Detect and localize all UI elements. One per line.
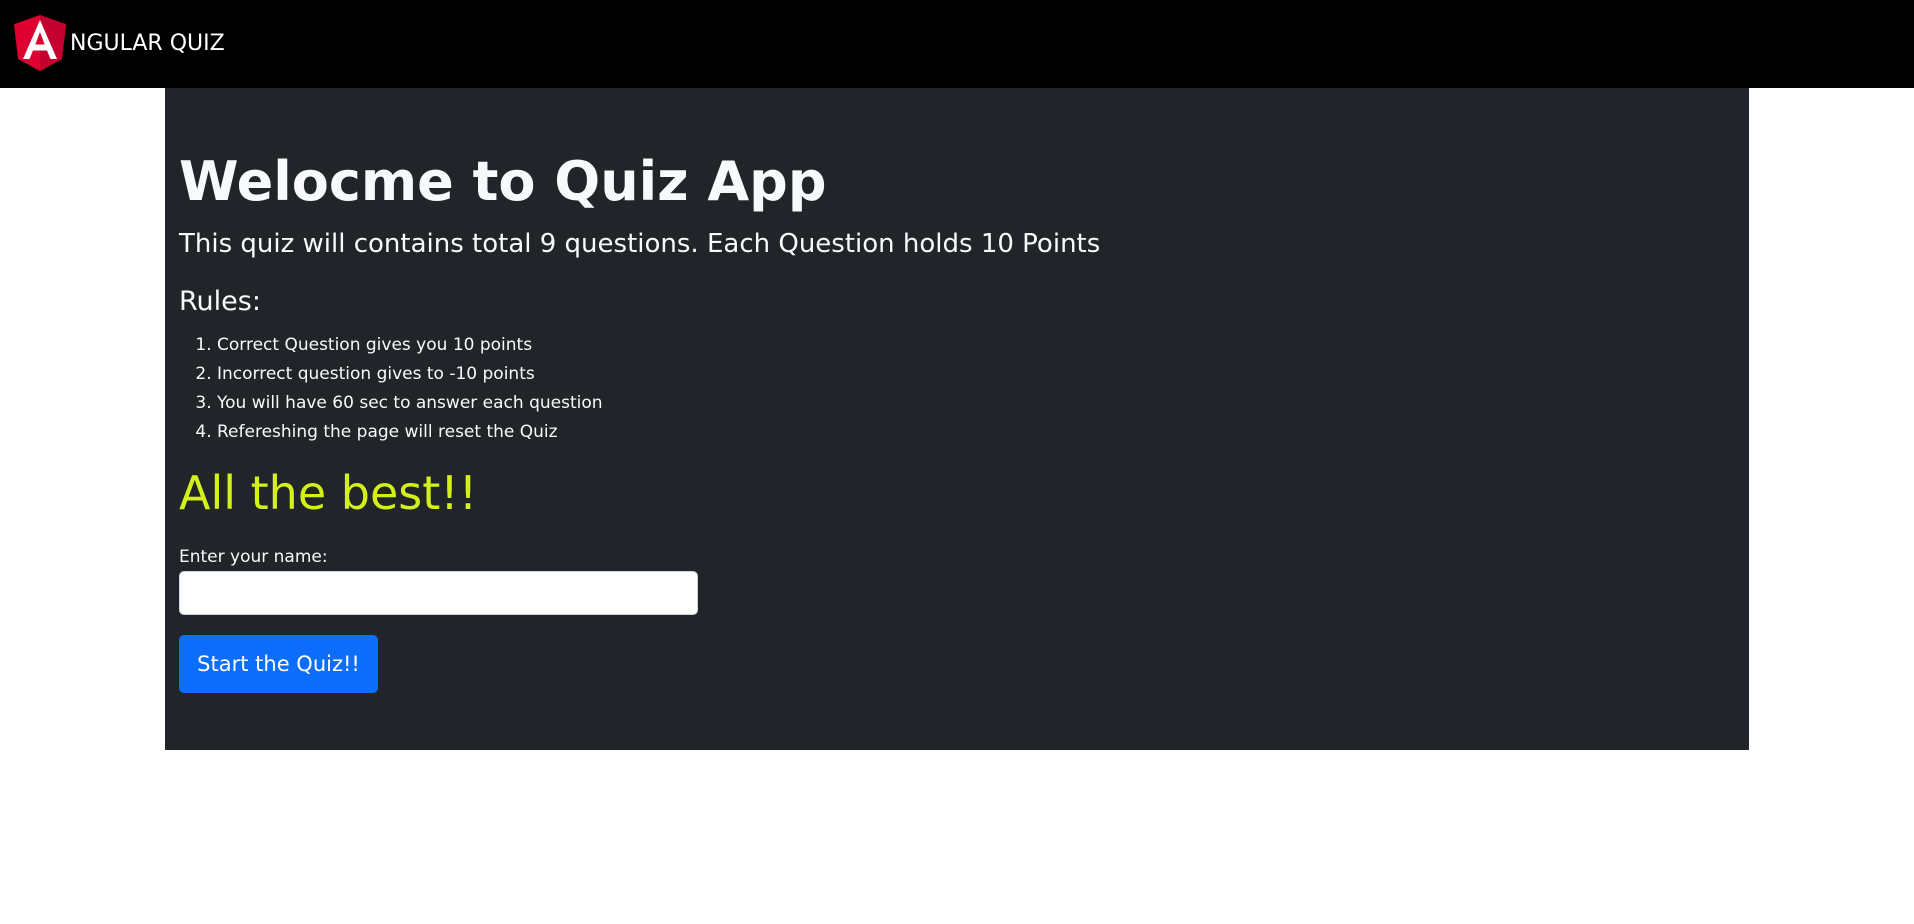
angular-logo-icon <box>14 15 66 71</box>
brand-title: NGULAR QUIZ <box>70 30 225 56</box>
page-title: Welocme to Quiz App <box>179 150 827 213</box>
rule-item: Correct Question gives you 10 points <box>217 331 603 360</box>
rule-item: You will have 60 sec to answer each ques… <box>217 389 603 418</box>
name-label: Enter your name: <box>179 547 328 567</box>
rule-item: Refereshing the page will reset the Quiz <box>217 418 603 447</box>
welcome-panel: Welocme to Quiz App This quiz will conta… <box>165 88 1749 750</box>
name-input[interactable] <box>179 571 698 615</box>
quiz-description: This quiz will contains total 9 question… <box>179 229 1101 259</box>
brand-link[interactable]: NGULAR QUIZ <box>14 15 225 71</box>
rules-list: Correct Question gives you 10 points Inc… <box>179 331 603 447</box>
rules-heading: Rules: <box>179 286 261 317</box>
best-wishes-text: All the best!! <box>179 466 478 520</box>
start-quiz-button[interactable]: Start the Quiz!! <box>179 635 378 693</box>
navbar: NGULAR QUIZ <box>0 0 1914 88</box>
rule-item: Incorrect question gives to -10 points <box>217 360 603 389</box>
